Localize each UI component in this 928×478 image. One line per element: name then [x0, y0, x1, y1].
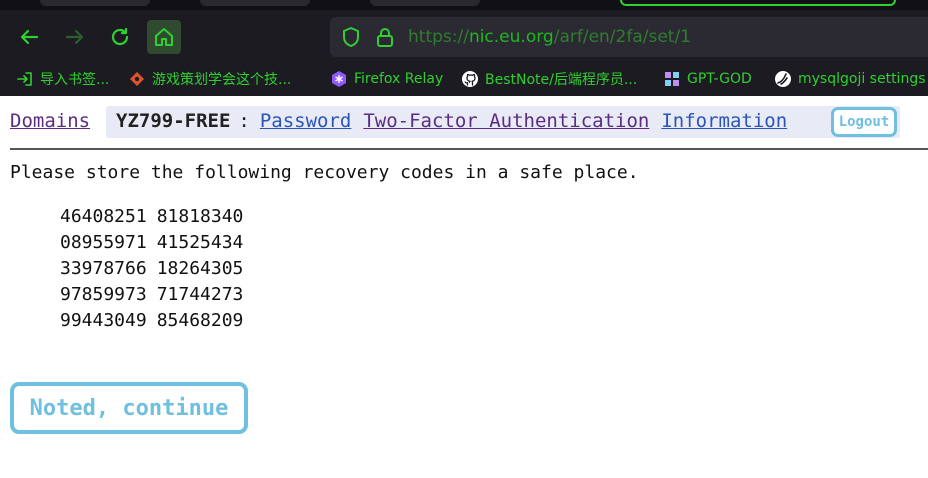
code-row: 99443049 85468209 [60, 310, 243, 336]
page-content: Domains YZ799-FREE : Password Two-Factor… [0, 96, 928, 478]
bookmark-gpt-god[interactable]: GPT-GOD [663, 69, 752, 89]
tab[interactable] [200, 0, 310, 6]
account-nav: YZ799-FREE : Password Two-Factor Authent… [116, 106, 799, 136]
recovery-code: 81818340 [156, 206, 244, 227]
home-icon [155, 28, 173, 46]
browser-chrome: https://nic.eu.org/arf/en/2fa/set/1 导入书签… [0, 0, 928, 96]
lock-icon[interactable] [374, 26, 396, 52]
shield-icon[interactable] [340, 26, 362, 52]
reload-button[interactable] [103, 20, 137, 54]
arrow-right-icon [65, 29, 84, 45]
mysql-icon [774, 70, 792, 88]
active-tab[interactable] [620, 0, 896, 6]
recovery-code: 08955971 [60, 232, 147, 253]
arrow-left-icon [20, 29, 39, 45]
tab-strip [0, 0, 928, 10]
password-link[interactable]: Password [260, 110, 352, 132]
relay-icon [330, 70, 348, 88]
noted-continue-button[interactable]: Noted, continue [10, 382, 248, 434]
home-button[interactable] [147, 20, 181, 54]
recovery-code: 97859973 [60, 284, 147, 305]
recovery-code: 85468209 [156, 310, 244, 331]
instructions-text: Please store the following recovery code… [10, 162, 639, 183]
url-scheme: https:// [408, 27, 469, 47]
code-row: 08955971 41525434 [60, 232, 243, 258]
bookmark-game[interactable]: 游戏策划学会这个技... [128, 69, 291, 89]
top-nav: Domains [10, 106, 90, 136]
gpt-icon [663, 70, 681, 88]
bookmark-bestnote[interactable]: BestNote/后端程序员... [461, 69, 637, 89]
url-text[interactable]: https://nic.eu.org/arf/en/2fa/set/1 [408, 26, 691, 48]
bookmarks-toolbar: 导入书签... 游戏策划学会这个技... Firefox Relay BestN… [0, 64, 928, 94]
url-path: /arf/en/2fa/set/1 [553, 27, 691, 47]
information-link[interactable]: Information [661, 110, 787, 132]
bookmark-label: 导入书签... [40, 72, 110, 88]
tab[interactable] [40, 0, 150, 6]
bookmark-label: Firefox Relay [354, 71, 444, 87]
url-host: nic.eu.org [468, 27, 554, 47]
recovery-code: 46408251 [60, 206, 147, 227]
bookmark-label: GPT-GOD [687, 71, 752, 87]
two-factor-link[interactable]: Two-Factor Authentication [363, 110, 649, 132]
code-row: 46408251 81818340 [60, 206, 243, 232]
logout-button[interactable]: Logout [831, 107, 897, 137]
account-handle: YZ799-FREE [116, 110, 231, 132]
recovery-code: 33978766 [60, 258, 147, 279]
recovery-code: 99443049 [60, 310, 147, 331]
code-row: 97859973 71744273 [60, 284, 243, 310]
code-row: 33978766 18264305 [60, 258, 243, 284]
domains-link[interactable]: Domains [10, 110, 90, 132]
tab[interactable] [370, 0, 480, 6]
forward-button[interactable] [58, 20, 92, 54]
github-icon [461, 70, 479, 88]
recovery-code: 18264305 [156, 258, 244, 279]
reload-icon [111, 27, 129, 46]
nav-separator: : [238, 110, 250, 132]
bookmark-mysqlgoji[interactable]: mysqlgoji settings [774, 69, 926, 89]
back-button[interactable] [12, 20, 46, 54]
address-bar[interactable]: https://nic.eu.org/arf/en/2fa/set/1 [330, 17, 928, 57]
game-icon [128, 70, 146, 88]
import-icon [16, 70, 34, 88]
bookmark-label: mysqlgoji settings [798, 71, 926, 87]
bookmark-label: 游戏策划学会这个技... [152, 72, 292, 88]
bookmark-label: BestNote/后端程序员... [485, 72, 638, 88]
bookmark-import[interactable]: 导入书签... [16, 69, 109, 89]
recovery-codes: 46408251 81818340 08955971 41525434 3397… [60, 206, 243, 336]
recovery-code: 41525434 [156, 232, 244, 253]
recovery-code: 71744273 [156, 284, 244, 305]
divider [10, 148, 928, 150]
bookmark-firefox-relay[interactable]: Firefox Relay [330, 69, 443, 89]
